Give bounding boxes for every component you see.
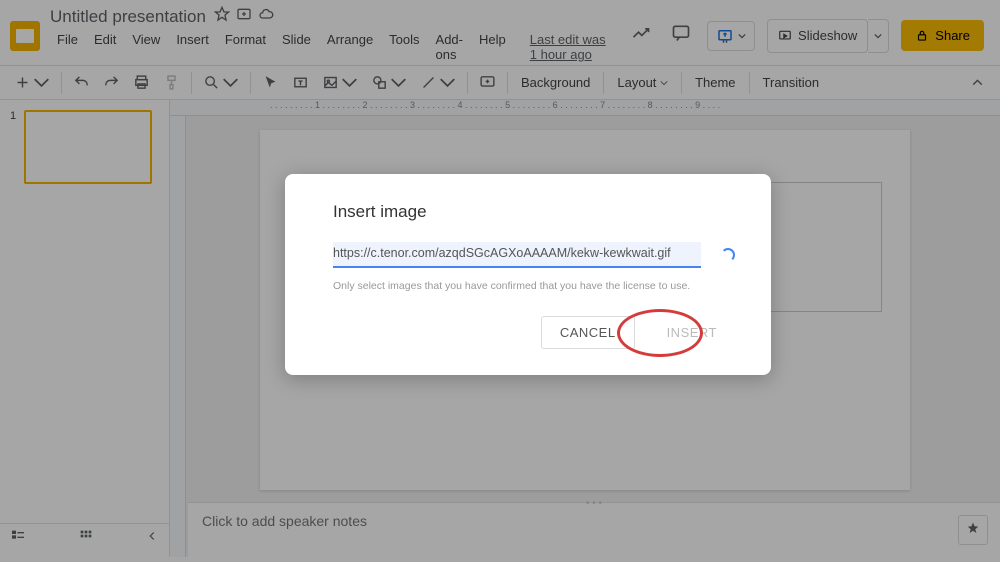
loading-spinner-icon <box>721 248 735 262</box>
insert-image-dialog: Insert image Only select images that you… <box>285 174 771 375</box>
dialog-hint: Only select images that you have confirm… <box>333 280 735 292</box>
dialog-title: Insert image <box>333 202 735 222</box>
insert-button[interactable]: INSERT <box>649 316 735 349</box>
image-url-input[interactable] <box>333 242 701 268</box>
cancel-button[interactable]: CANCEL <box>541 316 635 349</box>
